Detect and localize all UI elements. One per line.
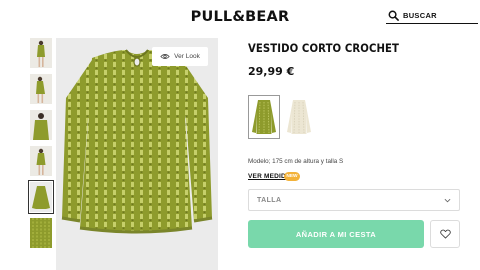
thumbnail-front[interactable] <box>28 180 54 214</box>
thumbnail-fabric[interactable] <box>30 218 52 248</box>
color-swatch-olive[interactable] <box>248 95 280 139</box>
product-page: PULL&BEAR BUSCAR Ver Look VESTIDO CORTO … <box>0 0 480 270</box>
ver-look-button[interactable]: Ver Look <box>152 47 208 66</box>
heart-icon <box>439 229 451 239</box>
new-badge: NEW <box>284 172 300 181</box>
add-to-cart-button[interactable]: AÑADIR A MI CESTA <box>248 220 424 248</box>
eye-icon <box>160 54 170 59</box>
thumbnail-look-2[interactable] <box>30 74 52 104</box>
site-header: PULL&BEAR <box>0 0 480 34</box>
ver-look-label: Ver Look <box>174 53 200 60</box>
size-select-label: TALLA <box>257 196 282 204</box>
thumbnail-look-1[interactable] <box>30 38 52 68</box>
model-info: Modelo; 175 cm de altura y talla S <box>248 158 344 165</box>
product-price: 29,99 € <box>248 65 295 78</box>
thumbnail-look-3[interactable] <box>30 110 52 140</box>
search-bar[interactable] <box>386 8 478 24</box>
search-icon[interactable] <box>388 10 399 21</box>
size-select[interactable]: TALLA <box>248 189 460 211</box>
thumbnail-strip <box>28 38 54 254</box>
product-title: VESTIDO CORTO CROCHET <box>248 41 400 55</box>
search-input[interactable] <box>403 11 471 20</box>
main-product-image[interactable] <box>56 38 218 270</box>
chevron-down-icon <box>444 198 451 202</box>
favorite-button[interactable] <box>430 220 460 248</box>
thumbnail-look-4[interactable] <box>30 146 52 176</box>
color-swatch-ecru[interactable] <box>284 96 314 138</box>
